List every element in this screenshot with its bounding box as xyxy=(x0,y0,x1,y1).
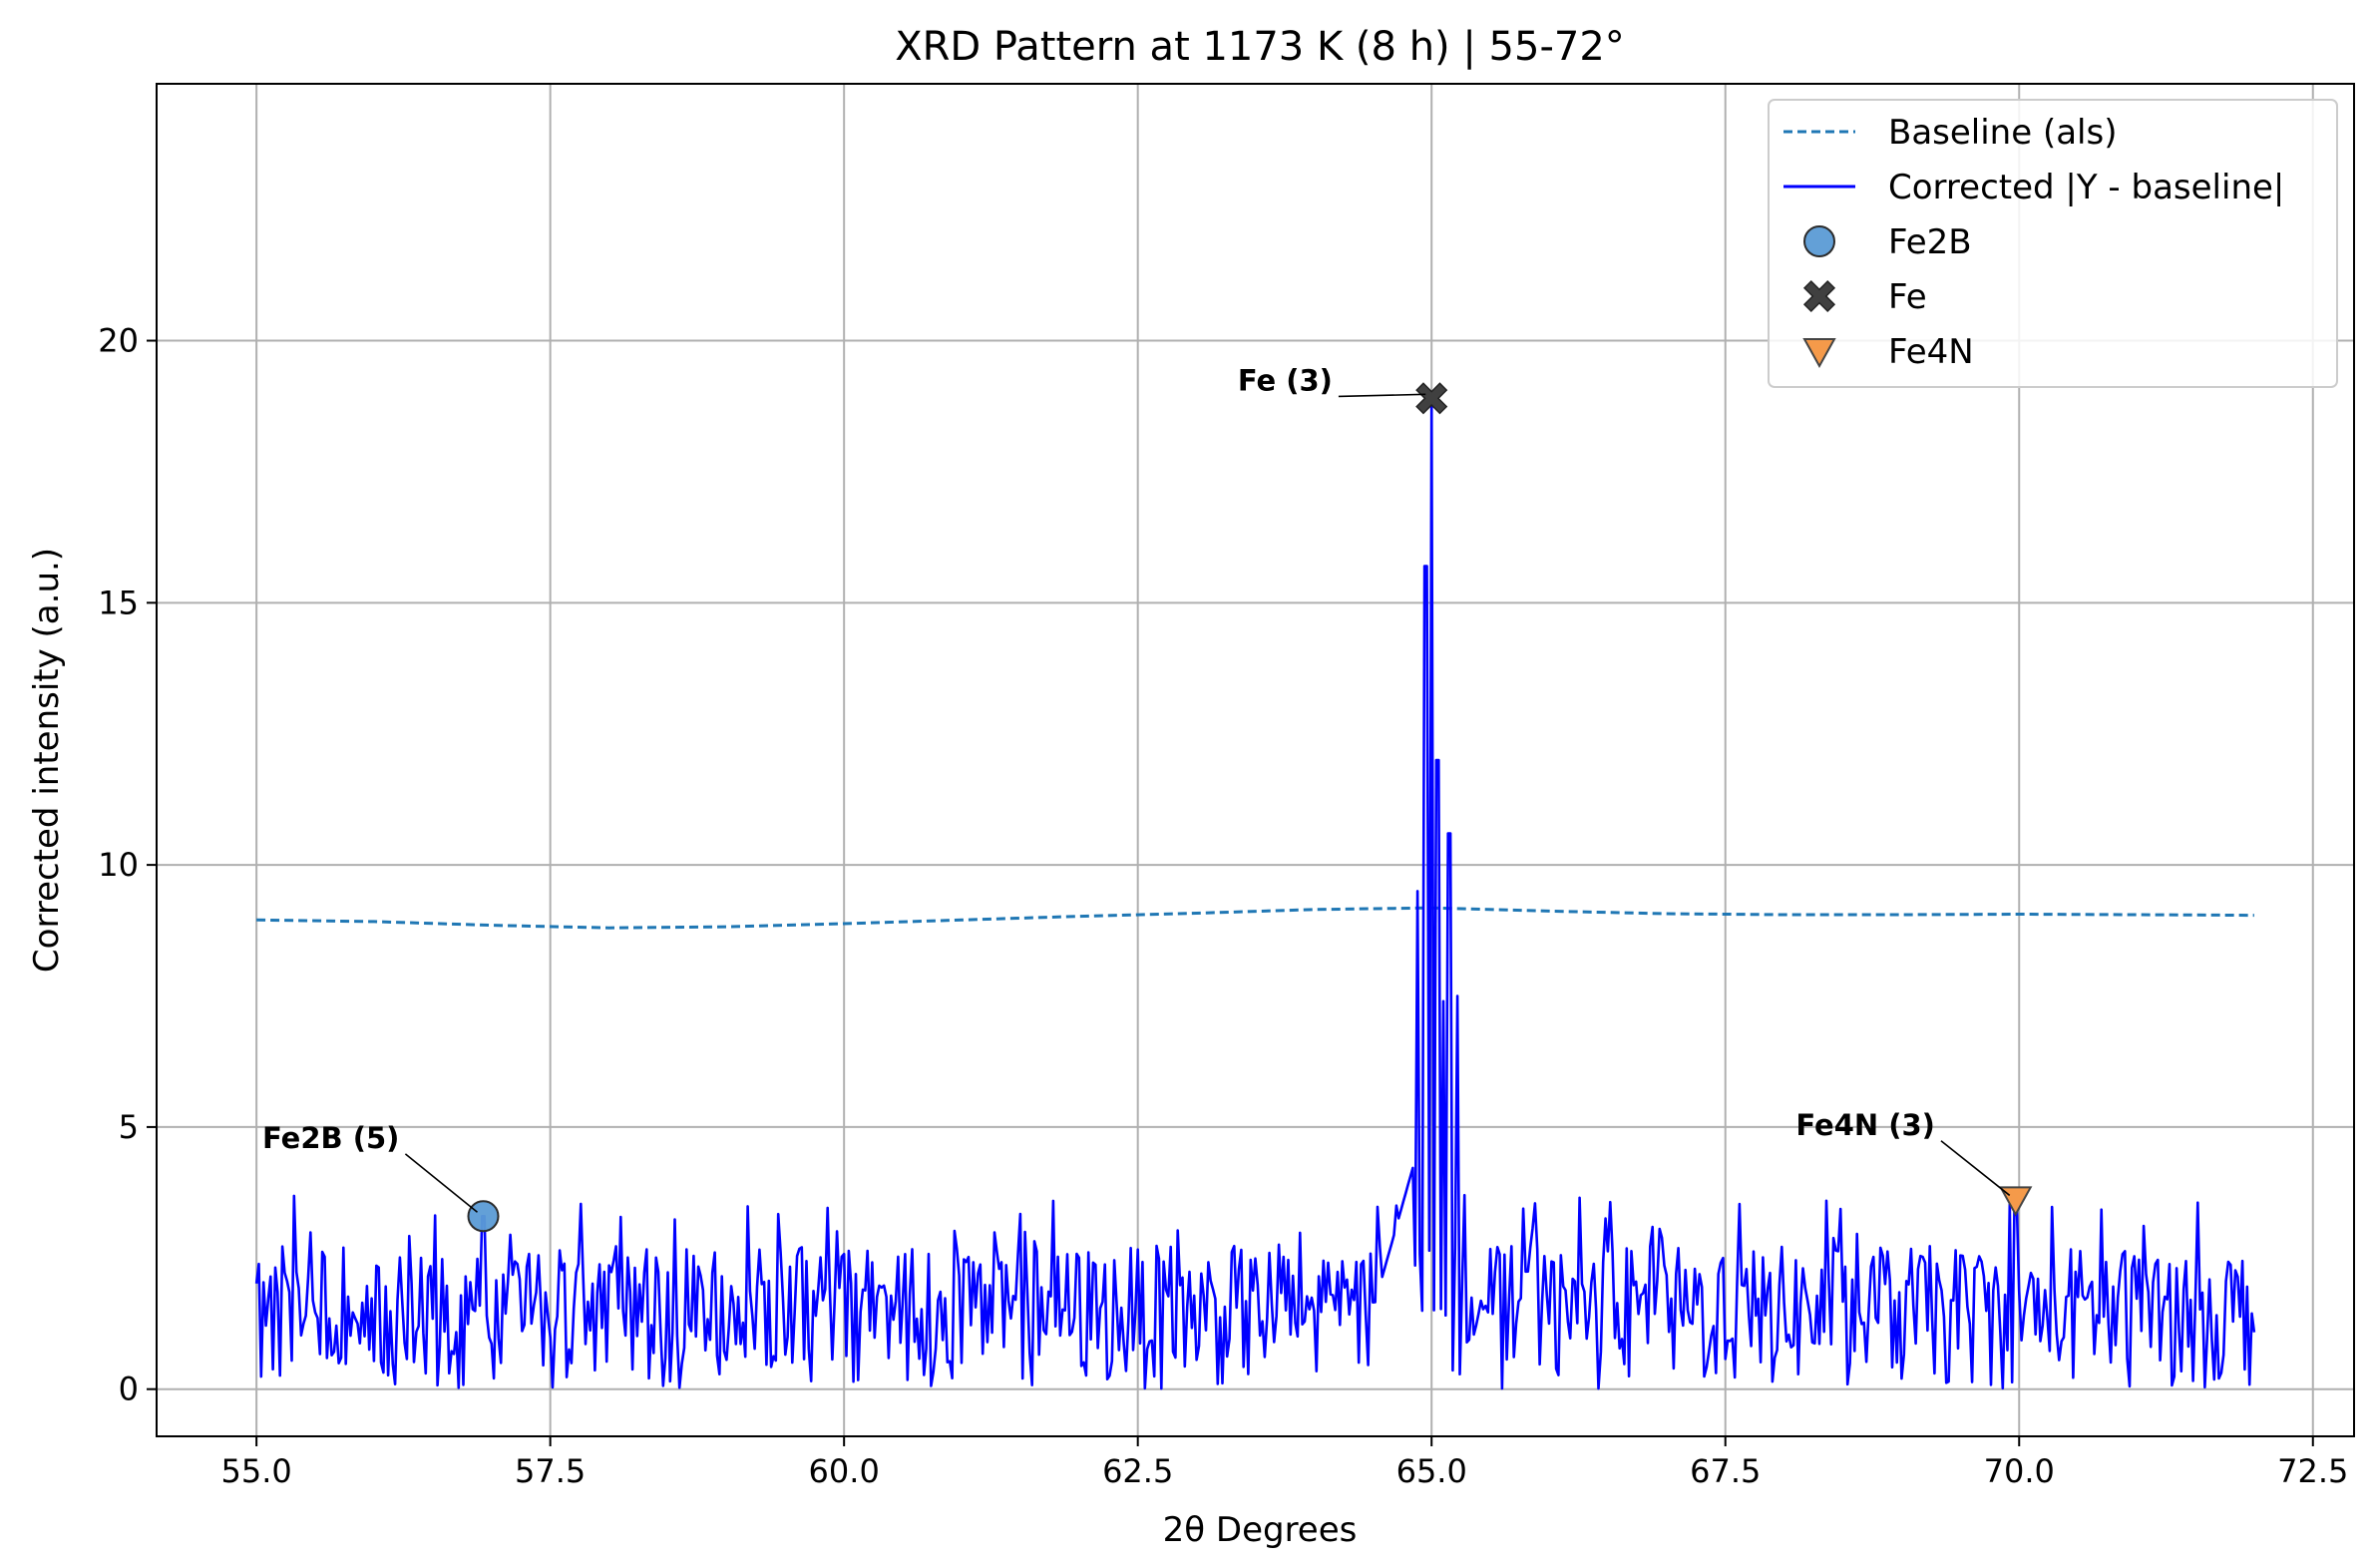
chart-title: XRD Pattern at 1173 K (8 h) | 55-72° xyxy=(895,24,1625,70)
y-tick-label: 20 xyxy=(98,322,139,360)
x-tick-label: 67.5 xyxy=(1690,1452,1761,1490)
fe2b-marker xyxy=(467,1200,500,1233)
x-tick-label: 57.5 xyxy=(515,1452,586,1490)
x-tick-label: 55.0 xyxy=(221,1452,292,1490)
legend-label: Baseline (als) xyxy=(1888,113,2117,153)
xrd-chart: Fe2B (5) Fe (3) Fe4N (3) 55.0 57.5 60.0 62.5 6… xyxy=(0,0,2374,1568)
legend-swatch-fe2b xyxy=(1803,225,1835,257)
x-axis-label: 2θ Degrees xyxy=(1163,1510,1358,1550)
y-tick-label: 5 xyxy=(119,1108,139,1146)
annotation-label: Fe4N (3) xyxy=(1795,1108,1935,1142)
x-tick-label: 62.5 xyxy=(1102,1452,1173,1490)
annotation-label: Fe2B (5) xyxy=(262,1121,399,1155)
x-tick-label: 60.0 xyxy=(809,1452,880,1490)
annotation-label: Fe (3) xyxy=(1238,363,1333,397)
y-tick-label: 10 xyxy=(98,846,139,884)
y-axis-label: Corrected intensity (a.u.) xyxy=(27,548,67,973)
x-tick-label: 70.0 xyxy=(1984,1452,2055,1490)
legend-label: Corrected |Y - baseline| xyxy=(1888,168,2284,207)
legend: Baseline (als) Corrected |Y - baseline| Fe… xyxy=(1768,99,2338,388)
y-tick-label: 15 xyxy=(98,584,139,621)
legend-label: Fe4N xyxy=(1888,332,1974,372)
legend-label: Fe2B xyxy=(1888,222,1972,262)
x-tick-label: 72.5 xyxy=(2277,1452,2348,1490)
legend-label: Fe xyxy=(1888,277,1927,317)
y-tick-label: 0 xyxy=(119,1371,139,1408)
x-tick-label: 65.0 xyxy=(1396,1452,1467,1490)
